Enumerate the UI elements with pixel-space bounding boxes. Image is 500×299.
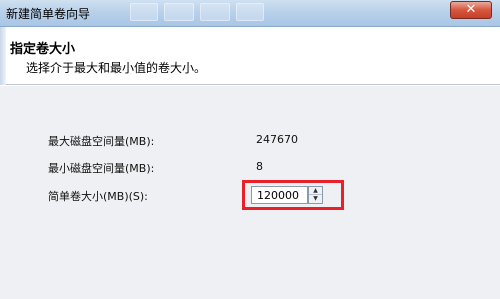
max-space-label: 最大磁盘空间量(MB): [48, 135, 155, 148]
wizard-header: 指定卷大小 选择介于最大和最小值的卷大小。 [0, 27, 500, 85]
spin-up-icon[interactable]: ▲ [309, 187, 322, 195]
volume-size-label: 简单卷大小(MB)(S): [48, 190, 148, 203]
background-windows [130, 3, 430, 23]
page-title: 指定卷大小 [10, 42, 76, 57]
background-tab [200, 3, 230, 21]
max-space-value: 247670 [256, 133, 298, 146]
min-space-label: 最小磁盘空间量(MB): [48, 162, 155, 175]
close-button[interactable]: ✕ [450, 1, 492, 19]
volume-size-input[interactable] [251, 186, 308, 204]
background-tab [236, 3, 264, 21]
spin-down-icon[interactable]: ▼ [309, 195, 322, 203]
background-tab [164, 3, 194, 21]
window-title: 新建简单卷向导 [6, 7, 91, 21]
window-titlebar: 新建简单卷向导 ✕ [0, 0, 500, 27]
close-icon: ✕ [465, 2, 477, 17]
volume-size-spinner[interactable]: ▲ ▼ [308, 186, 323, 204]
min-space-value: 8 [256, 160, 263, 173]
page-subtitle: 选择介于最大和最小值的卷大小。 [26, 61, 207, 75]
background-tab [130, 3, 158, 21]
